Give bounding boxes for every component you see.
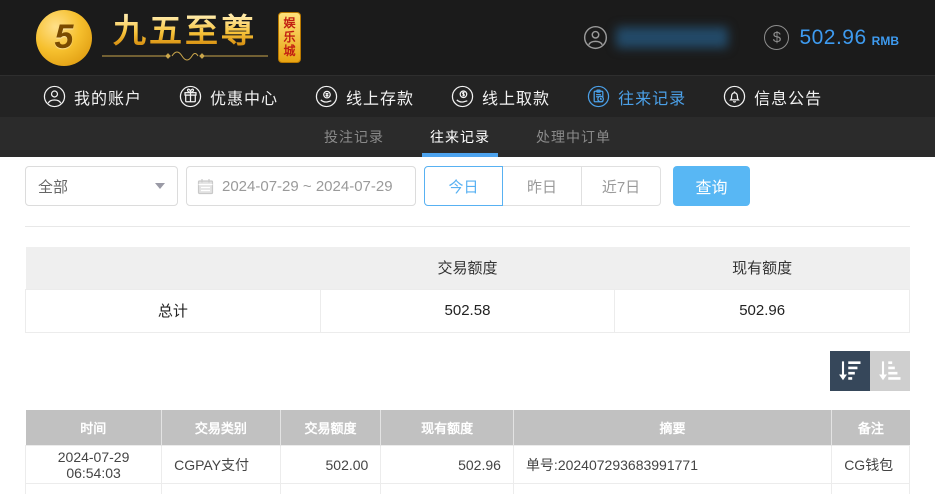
cell-summary: 单号:202407293683991771 <box>513 446 831 484</box>
account-icon <box>43 85 66 108</box>
quick-date-group: 今日 昨日 近7日 <box>424 166 661 206</box>
cell-balance: 502.96 <box>381 446 514 484</box>
username-redacted <box>616 27 728 48</box>
withdraw-icon <box>451 85 474 108</box>
record-tabs: 投注记录 往来记录 处理中订单 <box>0 117 935 157</box>
summary-total-row: 总计 502.58 502.96 <box>26 289 910 332</box>
brand-badge: 娱 乐 城 <box>278 12 301 63</box>
gift-icon <box>179 85 202 108</box>
nav-item-deposit[interactable]: 线上存款 <box>315 85 414 109</box>
summary-header-trade: 交易额度 <box>320 247 615 289</box>
col-header-time: 时间 <box>26 410 162 446</box>
sort-controls <box>25 351 910 391</box>
brand-logo[interactable]: 5 九五至尊 娱 乐 城 <box>36 10 301 66</box>
records-icon <box>587 85 610 108</box>
transactions-header-row: 时间 交易类别 交易额度 现有额度 摘要 备注 <box>26 410 910 446</box>
filter-row: 全部 2024-07-29 ~ 2024-07-29 今日 昨日 近7日 查询 <box>25 166 910 206</box>
nav-item-announcements[interactable]: 信息公告 <box>723 85 822 109</box>
summary-header-balance: 现有额度 <box>615 247 910 289</box>
summary-header-empty <box>26 247 321 289</box>
col-header-summary: 摘要 <box>513 410 831 446</box>
category-selected-value: 全部 <box>38 176 68 197</box>
balance-currency: RMB <box>872 28 899 48</box>
sort-ascending-button[interactable] <box>870 351 910 391</box>
summary-header-row: 交易额度 现有额度 <box>26 247 910 289</box>
quick-btn-last7days[interactable]: 近7日 <box>582 166 661 206</box>
table-row: 2024-07-29 06:54:03 CGPAY支付 502.00 502.9… <box>26 446 910 484</box>
nav-item-my-account[interactable]: 我的账户 <box>43 85 142 109</box>
cell-type: CGPAY支付 <box>162 446 280 484</box>
nav-item-withdraw[interactable]: 线上取款 <box>451 85 550 109</box>
nav-item-records[interactable]: 往来记录 <box>587 85 686 109</box>
cell-amount: 502.00 <box>280 446 381 484</box>
transactions-table: 时间 交易类别 交易额度 现有额度 摘要 备注 2024-07-29 06:54… <box>25 410 910 494</box>
cell-note: CG钱包 <box>832 446 910 484</box>
col-header-balance: 现有额度 <box>381 410 514 446</box>
table-row-partial <box>26 484 910 494</box>
deposit-icon <box>315 85 338 108</box>
calendar-icon <box>197 178 214 195</box>
sort-descending-button[interactable] <box>830 351 870 391</box>
quick-btn-yesterday[interactable]: 昨日 <box>503 166 582 206</box>
summary-balance-total: 502.96 <box>615 289 910 332</box>
user-avatar-icon[interactable] <box>583 25 608 50</box>
currency-icon: $ <box>764 25 789 50</box>
section-divider <box>25 226 910 227</box>
main-nav: 我的账户 优惠中心 线上存款 线上取款 <box>0 75 935 117</box>
cell-time: 2024-07-29 06:54:03 <box>26 446 162 484</box>
summary-total-label: 总计 <box>26 289 321 332</box>
balance-amount: 502.96 <box>799 26 866 50</box>
date-range-input[interactable]: 2024-07-29 ~ 2024-07-29 <box>186 166 416 206</box>
col-header-amount: 交易额度 <box>280 410 381 446</box>
col-header-note: 备注 <box>832 410 910 446</box>
summary-trade-total: 502.58 <box>320 289 615 332</box>
tab-bet-records[interactable]: 投注记录 <box>318 117 390 157</box>
user-area: $ 502.96 RMB <box>583 25 899 50</box>
col-header-type: 交易类别 <box>162 410 280 446</box>
main-content: 全部 2024-07-29 ~ 2024-07-29 今日 昨日 近7日 查询 <box>0 166 935 494</box>
tab-pending-orders[interactable]: 处理中订单 <box>530 117 617 157</box>
quick-btn-today[interactable]: 今日 <box>424 166 503 206</box>
summary-table: 交易额度 现有额度 总计 502.58 502.96 <box>25 247 910 333</box>
nav-item-promotions[interactable]: 优惠中心 <box>179 85 278 109</box>
tab-transaction-records[interactable]: 往来记录 <box>424 117 496 157</box>
chevron-down-icon <box>155 183 165 189</box>
sort-descending-icon <box>836 357 864 385</box>
brand-logo-icon: 5 <box>36 10 92 66</box>
brand-name: 九五至尊 <box>113 13 257 49</box>
flourish-divider-icon <box>100 50 270 62</box>
category-select[interactable]: 全部 <box>25 166 178 206</box>
date-range-value: 2024-07-29 ~ 2024-07-29 <box>222 178 393 195</box>
bell-icon <box>723 85 746 108</box>
top-header: 5 九五至尊 娱 乐 城 $ 502.96 <box>0 0 935 75</box>
search-button[interactable]: 查询 <box>673 166 750 206</box>
sort-ascending-icon <box>876 357 904 385</box>
